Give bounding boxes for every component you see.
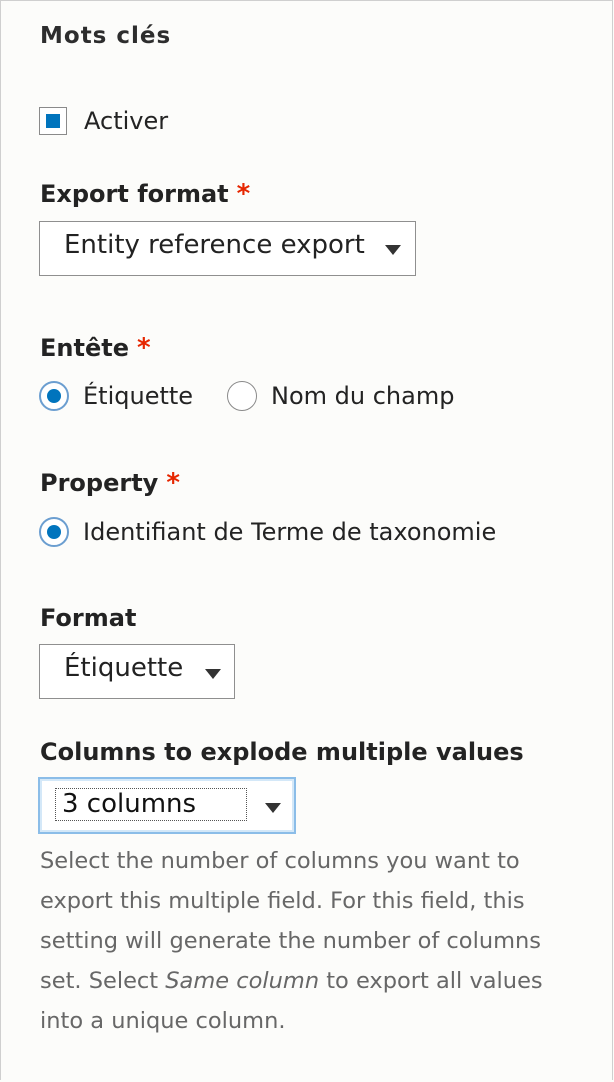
property-option-term-id[interactable]: Identifiant de Terme de taxonomie <box>39 517 496 547</box>
explode-columns-selected-value: 3 columns <box>55 788 247 821</box>
chevron-down-icon <box>265 803 281 813</box>
chevron-down-icon <box>205 669 221 679</box>
export-format-selected-value: Entity reference export <box>64 230 365 260</box>
property-term-id-radio-text[interactable]: Identifiant de Terme de taxonomie <box>83 518 496 546</box>
format-select[interactable]: Étiquette <box>39 644 235 699</box>
header-label-radio-text[interactable]: Étiquette <box>83 382 193 410</box>
format-selected-value: Étiquette <box>64 653 184 683</box>
export-format-label-text: Export format <box>40 180 229 208</box>
header-label-radio[interactable] <box>39 381 69 411</box>
chevron-down-icon <box>385 245 401 255</box>
header-field-name-radio-text[interactable]: Nom du champ <box>271 382 454 410</box>
header-field-name-radio[interactable] <box>227 381 257 411</box>
required-marker: * <box>136 333 151 363</box>
enable-checkbox-label[interactable]: Activer <box>84 107 168 135</box>
enable-checkbox[interactable] <box>39 107 67 135</box>
header-option-field-name[interactable]: Nom du champ <box>227 381 454 411</box>
header-label-text: Entête <box>40 334 129 362</box>
fieldset-panel: Mots clés Activer Export format * Entity … <box>0 0 613 1080</box>
property-label-text: Property <box>40 469 159 497</box>
format-label: Format <box>40 604 137 632</box>
header-option-label[interactable]: Étiquette <box>39 381 193 411</box>
explode-columns-label: Columns to explode multiple values <box>40 738 524 766</box>
fieldset-title: Mots clés <box>40 23 172 49</box>
required-marker: * <box>166 468 180 498</box>
export-format-select[interactable]: Entity reference export <box>39 221 416 276</box>
radio-checked-icon <box>47 389 61 403</box>
required-marker: * <box>236 179 251 209</box>
header-label: Entête * <box>40 333 151 363</box>
property-label: Property * <box>40 468 180 498</box>
checkbox-checked-icon <box>46 114 60 128</box>
export-format-label: Export format * <box>40 179 250 209</box>
explode-columns-description: Select the number of columns you want to… <box>40 841 560 1041</box>
property-term-id-radio[interactable] <box>39 517 69 547</box>
enable-checkbox-row[interactable]: Activer <box>39 107 168 135</box>
description-emphasis: Same column <box>165 968 320 994</box>
radio-checked-icon <box>47 525 61 539</box>
explode-columns-select[interactable]: 3 columns <box>38 777 296 834</box>
